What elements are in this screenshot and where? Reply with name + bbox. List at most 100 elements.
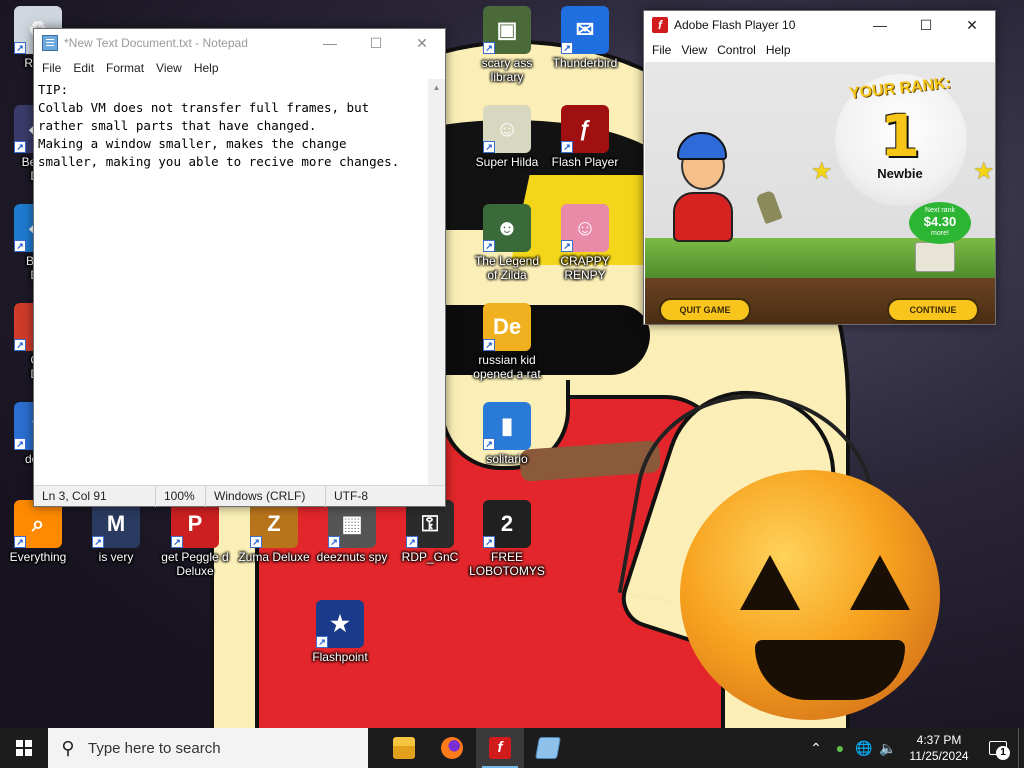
desktop-icon-crappy[interactable]: ☺ ↗ CRAPPY RENPY [545, 204, 625, 282]
flash-menubar: File View Control Help [644, 39, 995, 61]
flash-titlebar[interactable]: f Adobe Flash Player 10 — ☐ ✕ [644, 11, 995, 39]
taskbar-firefox[interactable] [428, 728, 476, 768]
desktop-icon-solitario[interactable]: ▮ ↗ solitario [467, 402, 547, 466]
russiankid-icon: De ↗ [483, 303, 531, 351]
system-tray: ⌃ ● 🌐 🔈 4:37 PM 11/25/2024 1 [804, 728, 1024, 768]
desktop-icon-label: Flash Player [551, 155, 619, 169]
quit-game-button[interactable]: QUIT GAME [659, 298, 751, 322]
desktop-icon-label: russian kid opened a rat [473, 353, 541, 381]
vertical-scrollbar[interactable]: ▲ [428, 79, 445, 487]
peggle-icon: P ↗ [171, 500, 219, 548]
taskbar: ⚲ Type here to search f ⌃ ● 🌐 🔈 4:37 PM … [0, 728, 1024, 768]
taskbar-notepad[interactable] [524, 728, 572, 768]
rank-number: 1 [879, 102, 921, 170]
folder-icon [393, 737, 415, 759]
notepad-title: *New Text Document.txt - Notepad [64, 36, 248, 50]
shortcut-arrow-icon: ↗ [483, 536, 495, 548]
status-position: Ln 3, Col 91 [34, 485, 156, 507]
menu-control[interactable]: Control [713, 43, 762, 57]
desktop-icon-everything[interactable]: ⌕ ↗ Everything [0, 500, 78, 564]
status-encoding: UTF-8 [334, 488, 368, 503]
notepad-titlebar[interactable]: *New Text Document.txt - Notepad — ☐ ✕ [34, 29, 445, 57]
desktop-icon-label: get Peggle d Deluxe [161, 550, 229, 578]
desktop-icon-label: solitario [486, 452, 528, 466]
menu-help[interactable]: Help [190, 61, 227, 75]
desktop-icon-label: Super Hilda [475, 155, 539, 169]
shortcut-arrow-icon: ↗ [328, 536, 340, 548]
minimize-button[interactable]: — [857, 11, 903, 39]
close-button[interactable]: ✕ [399, 29, 445, 57]
desktop-icon-label: Thunderbird [552, 56, 618, 70]
taskbar-flash-player[interactable]: f [476, 728, 524, 768]
shortcut-arrow-icon: ↗ [92, 536, 104, 548]
shortcut-arrow-icon: ↗ [406, 536, 418, 548]
desktop-icon-deeznuts[interactable]: ▦ ↗ deeznuts spy [312, 500, 392, 564]
notepad-text-area[interactable]: TIP: Collab VM does not transfer full fr… [34, 79, 430, 487]
menu-help[interactable]: Help [762, 43, 797, 57]
maximize-button[interactable]: ☐ [903, 11, 949, 39]
shortcut-arrow-icon: ↗ [483, 141, 495, 153]
scroll-up-icon[interactable]: ▲ [428, 79, 445, 96]
star-icon: ★ [811, 158, 833, 185]
desktop-icon-label: is very [98, 550, 134, 564]
menu-file[interactable]: File [648, 43, 677, 57]
maximize-button[interactable]: ☐ [353, 29, 399, 57]
clock-time: 4:37 PM [916, 733, 962, 747]
desktop-icon-label: CRAPPY RENPY [560, 254, 610, 282]
tip-jar [915, 242, 955, 272]
thunderbird-icon: ✉ ↗ [561, 6, 609, 54]
user-icon[interactable]: ● [828, 740, 852, 756]
taskbar-file-explorer[interactable] [380, 728, 428, 768]
clock[interactable]: 4:37 PM 11/25/2024 [900, 732, 978, 764]
shortcut-arrow-icon: ↗ [561, 240, 573, 252]
desktop-icon-zuma[interactable]: Z ↗ Zuma Deluxe [234, 500, 314, 564]
game-character-body [673, 192, 733, 242]
desktop-icon-superhilda[interactable]: ☺ ↗ Super Hilda [467, 105, 547, 169]
desktop-icon-russiankid[interactable]: De ↗ russian kid opened a rat [467, 303, 547, 381]
menu-format[interactable]: Format [102, 61, 152, 75]
shortcut-arrow-icon: ↗ [483, 42, 495, 54]
notepad-icon [42, 35, 58, 51]
chevron-up-icon[interactable]: ⌃ [804, 740, 828, 757]
zilda-icon: ☻ ↗ [483, 204, 531, 252]
notepad-window[interactable]: *New Text Document.txt - Notepad — ☐ ✕ F… [33, 28, 446, 507]
desktop-icon-label: The Legend of Zilda [474, 254, 540, 282]
desktop-icon-label: scary ass library [481, 56, 533, 84]
flash-game-stage[interactable]: YOUR RANK: 1 Newbie ★ ★ Next rank $4.30 … [645, 62, 995, 324]
volume-icon[interactable]: 🔈 [876, 740, 900, 757]
desktop-icon-lobotomy[interactable]: 2 ↗ FREE LOBOTOMYS [467, 500, 547, 578]
desktop-icon-peggle[interactable]: P ↗ get Peggle d Deluxe [155, 500, 235, 578]
start-button[interactable] [0, 728, 48, 768]
isvery-icon: M ↗ [92, 500, 140, 548]
notification-badge: 1 [996, 746, 1010, 760]
shortcut-arrow-icon: ↗ [14, 438, 26, 450]
next-rank-label: Next rank [925, 207, 955, 214]
menu-view[interactable]: View [677, 43, 713, 57]
desktop-icon-rdp[interactable]: ⚿ ↗ RDP_GnC [390, 500, 470, 564]
desktop-icon-flashplayer[interactable]: ƒ ↗ Flash Player [545, 105, 625, 169]
desktop-icon-isvery[interactable]: M ↗ is very [76, 500, 156, 564]
notification-center-button[interactable]: 1 [978, 728, 1018, 768]
desktop-icon-thunderbird[interactable]: ✉ ↗ Thunderbird [545, 6, 625, 70]
menu-view[interactable]: View [152, 61, 190, 75]
desktop-icon-scary[interactable]: ▣ ↗ scary ass library [467, 6, 547, 84]
close-button[interactable]: ✕ [949, 11, 995, 39]
shortcut-arrow-icon: ↗ [14, 141, 26, 153]
desktop-icon-zilda[interactable]: ☻ ↗ The Legend of Zilda [467, 204, 547, 282]
shortcut-arrow-icon: ↗ [250, 536, 262, 548]
desktop-icon-label: RDP_GnC [401, 550, 459, 564]
game-character-cap [677, 132, 727, 160]
menu-edit[interactable]: Edit [69, 61, 102, 75]
next-rank-more: more! [931, 230, 949, 237]
shortcut-arrow-icon: ↗ [316, 636, 328, 648]
next-rank-amount: $4.30 [923, 214, 957, 229]
show-desktop-button[interactable] [1018, 728, 1024, 768]
minimize-button[interactable]: — [307, 29, 353, 57]
status-zoom: 100% [156, 485, 206, 507]
menu-file[interactable]: File [38, 61, 69, 75]
continue-button[interactable]: CONTINUE [887, 298, 979, 322]
network-icon[interactable]: 🌐 [852, 740, 876, 757]
desktop-icon-flashpoint[interactable]: ★ ↗ Flashpoint [300, 600, 380, 664]
taskbar-search-box[interactable]: ⚲ Type here to search [48, 728, 368, 768]
flash-player-window[interactable]: f Adobe Flash Player 10 — ☐ ✕ File View … [643, 10, 996, 325]
